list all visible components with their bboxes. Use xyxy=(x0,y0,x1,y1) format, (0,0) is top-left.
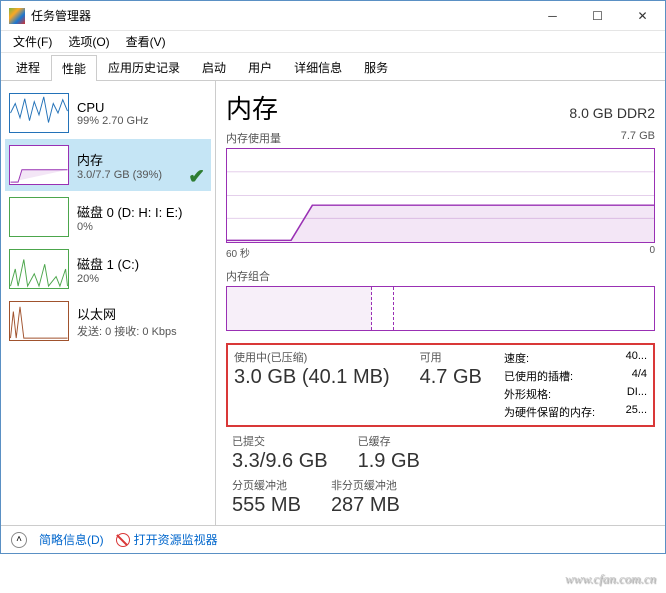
tab-users[interactable]: 用户 xyxy=(237,54,283,80)
watermark: www.cfan.com.cn xyxy=(565,571,656,587)
slots-label: 已使用的插槽: xyxy=(504,368,573,384)
sidebar-item-label: 磁盘 0 (D: H: I: E:) xyxy=(77,202,182,221)
slots-value: 4/4 xyxy=(632,368,647,384)
sidebar-item-sub: 3.0/7.7 GB (39%) xyxy=(77,169,162,181)
tab-app-history[interactable]: 应用历史记录 xyxy=(97,54,191,80)
available-value: 4.7 GB xyxy=(420,366,482,389)
sidebar: CPU 99% 2.70 GHz 内存 3.0/7.7 GB (39%) ✔ 磁… xyxy=(1,81,216,525)
form-label: 外形规格: xyxy=(504,386,551,402)
paged-value: 555 MB xyxy=(232,494,301,517)
sidebar-item-sub: 20% xyxy=(77,273,139,285)
tab-details[interactable]: 详细信息 xyxy=(283,54,353,80)
cached-label: 已缓存 xyxy=(358,433,420,449)
tab-services[interactable]: 服务 xyxy=(353,54,399,80)
reserved-label: 为硬件保留的内存: xyxy=(504,404,595,420)
highlighted-stats: 使用中(已压缩) 3.0 GB (40.1 MB) 可用 4.7 GB 速度: 4… xyxy=(226,343,655,427)
maximize-button[interactable]: ☐ xyxy=(575,1,620,31)
cpu-thumb-icon xyxy=(9,93,69,133)
x-axis-right: 0 xyxy=(649,245,655,260)
sidebar-item-disk1[interactable]: 磁盘 1 (C:) 20% xyxy=(5,243,211,295)
sidebar-item-disk0[interactable]: 磁盘 0 (D: H: I: E:) 0% xyxy=(5,191,211,243)
cached-value: 1.9 GB xyxy=(358,450,420,473)
footer: ˄ 简略信息(D) 打开资源监视器 xyxy=(1,525,665,553)
committed-label: 已提交 xyxy=(232,433,328,449)
tab-startup[interactable]: 启动 xyxy=(191,54,237,80)
menubar: 文件(F) 选项(O) 查看(V) xyxy=(1,31,665,53)
tab-processes[interactable]: 进程 xyxy=(5,54,51,80)
fewer-details-link[interactable]: 简略信息(D) xyxy=(39,531,104,548)
open-resource-monitor-link[interactable]: 打开资源监视器 xyxy=(116,531,218,548)
minimize-button[interactable]: ─ xyxy=(530,1,575,31)
in-use-value: 3.0 GB (40.1 MB) xyxy=(234,366,390,389)
sidebar-item-memory[interactable]: 内存 3.0/7.7 GB (39%) ✔ xyxy=(5,139,211,191)
chevron-up-icon[interactable]: ˄ xyxy=(11,532,27,548)
resource-monitor-icon xyxy=(116,533,130,547)
sidebar-item-label: CPU xyxy=(77,100,149,115)
sidebar-item-label: 以太网 xyxy=(77,304,177,323)
speed-value: 40... xyxy=(626,350,647,366)
memory-capacity: 8.0 GB DDR2 xyxy=(569,105,655,121)
composition-label: 内存组合 xyxy=(226,268,655,284)
paged-label: 分页缓冲池 xyxy=(232,477,301,493)
ethernet-thumb-icon xyxy=(9,301,69,341)
app-icon xyxy=(9,8,25,24)
usage-max: 7.7 GB xyxy=(621,130,655,146)
menu-file[interactable]: 文件(F) xyxy=(7,31,58,52)
sidebar-item-cpu[interactable]: CPU 99% 2.70 GHz xyxy=(5,87,211,139)
close-button[interactable]: ✕ xyxy=(620,1,665,31)
tabs: 进程 性能 应用历史记录 启动 用户 详细信息 服务 xyxy=(1,53,665,81)
window-title: 任务管理器 xyxy=(31,7,530,24)
menu-view[interactable]: 查看(V) xyxy=(120,31,172,52)
menu-options[interactable]: 选项(O) xyxy=(62,31,115,52)
page-title: 内存 xyxy=(226,89,278,126)
nonpaged-value: 287 MB xyxy=(331,494,400,517)
titlebar: 任务管理器 ─ ☐ ✕ xyxy=(1,1,665,31)
memory-composition-chart[interactable] xyxy=(226,286,655,331)
form-value: DI... xyxy=(627,386,647,402)
sidebar-item-sub: 发送: 0 接收: 0 Kbps xyxy=(77,323,177,339)
main-panel: 内存 8.0 GB DDR2 内存使用量 7.7 GB 60 秒 0 xyxy=(216,81,665,525)
nonpaged-label: 非分页缓冲池 xyxy=(331,477,400,493)
sidebar-item-label: 内存 xyxy=(77,150,162,169)
disk-thumb-icon xyxy=(9,197,69,237)
sidebar-item-ethernet[interactable]: 以太网 发送: 0 接收: 0 Kbps xyxy=(5,295,211,347)
speed-label: 速度: xyxy=(504,350,529,366)
committed-value: 3.3/9.6 GB xyxy=(232,450,328,473)
available-label: 可用 xyxy=(420,349,482,365)
sidebar-item-sub: 99% 2.70 GHz xyxy=(77,115,149,127)
checkmark-icon: ✔ xyxy=(188,164,205,189)
tab-performance[interactable]: 性能 xyxy=(51,55,97,81)
sidebar-item-sub: 0% xyxy=(77,221,182,233)
in-use-label: 使用中(已压缩) xyxy=(234,349,390,365)
memory-thumb-icon xyxy=(9,145,69,185)
disk-thumb-icon xyxy=(9,249,69,289)
sidebar-item-label: 磁盘 1 (C:) xyxy=(77,254,139,273)
memory-info-table: 速度: 40... 已使用的插槽: 4/4 外形规格: DI... 为硬件保留的内存:… xyxy=(498,345,653,425)
memory-usage-chart[interactable] xyxy=(226,148,655,243)
usage-label: 内存使用量 xyxy=(226,130,281,146)
reserved-value: 25... xyxy=(626,404,647,420)
x-axis-left: 60 秒 xyxy=(226,245,250,260)
